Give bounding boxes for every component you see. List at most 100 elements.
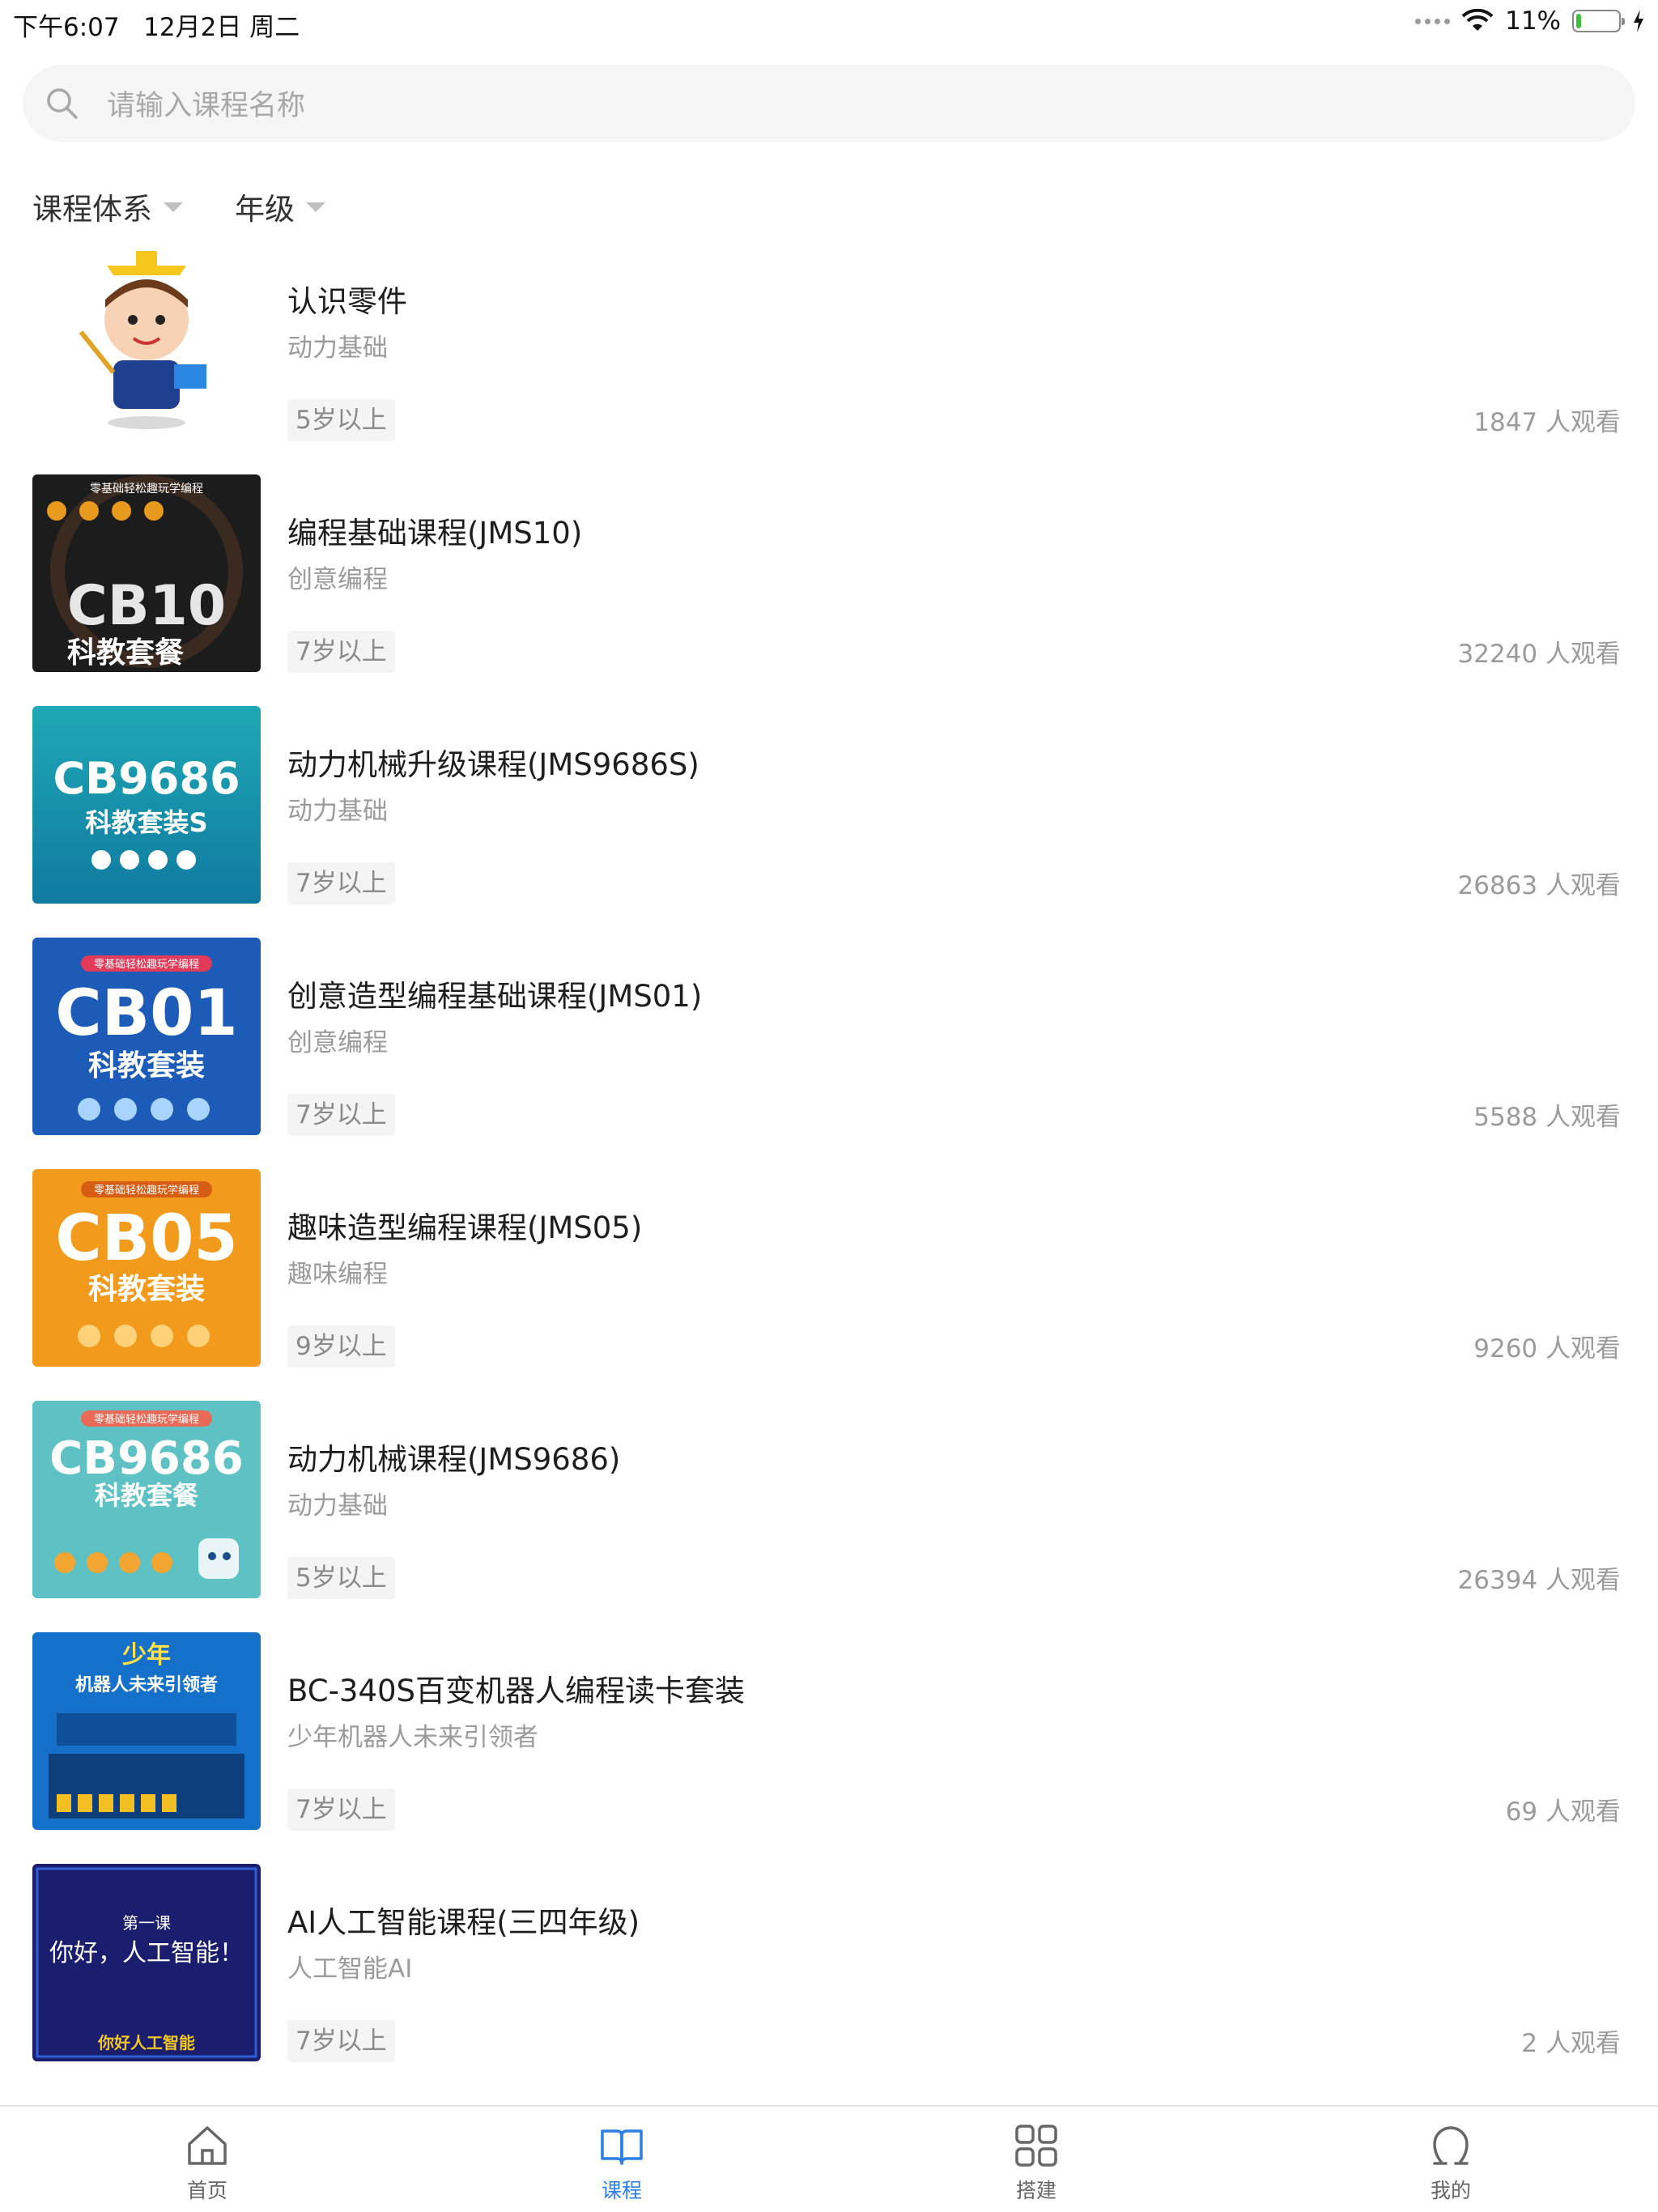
tab-label: 我的: [1430, 2179, 1471, 2202]
course-age-badge: 7岁以上: [287, 2020, 395, 2062]
course-views: 26863 人观看: [1457, 871, 1621, 900]
grid-icon: [1015, 2125, 1057, 2167]
thumbnail-subtitle: 科教套餐: [67, 636, 184, 670]
course-category: 少年机器人未来引领者: [287, 1723, 538, 1752]
filter-label: 年级: [235, 192, 295, 227]
thumbnail-subtitle: 科教套装S: [85, 807, 207, 838]
course-title: 编程基础课程(JMS10): [287, 516, 583, 551]
thumbnail-title: CB9686: [53, 753, 240, 804]
thumbnail-subtitle: 科教套餐: [95, 1480, 199, 1511]
thumbnail-title: CB01: [55, 977, 237, 1050]
chevron-down-icon: [306, 202, 325, 212]
course-thumbnail: 零基础轻松趣玩学编程 CB01 科教套装: [32, 938, 261, 1135]
course-list-screen: 下午6:07 12月2日 周二 11% 请输入课程名称 课程体系 年级 认识零件…: [0, 0, 1658, 2212]
course-title: AI人工智能课程(三四年级): [287, 1905, 640, 1940]
book-icon: [601, 2129, 643, 2165]
thumbnail-subtitle: 科教套装: [88, 1273, 205, 1306]
tab-label: 课程: [601, 2179, 642, 2202]
course-views: 2 人观看: [1521, 2029, 1621, 2058]
battery-fill: [1576, 14, 1581, 28]
course-age-badge: 7岁以上: [287, 631, 395, 673]
mascot-image: [32, 243, 261, 440]
course-category: 动力基础: [287, 797, 388, 826]
course-thumbnail: 零基础轻松趣玩学编程 CB05 科教套装: [32, 1169, 261, 1367]
search-bar[interactable]: 请输入课程名称: [23, 65, 1635, 142]
battery-percent: 11%: [1505, 6, 1561, 36]
wifi-icon: [1461, 9, 1494, 31]
course-category: 创意编程: [287, 565, 388, 594]
course-views: 1847 人观看: [1473, 408, 1621, 437]
course-age-badge: 7岁以上: [287, 1789, 395, 1831]
course-views: 5588 人观看: [1473, 1103, 1621, 1132]
thumbnail-subtitle: 你好人工智能: [97, 2033, 195, 2052]
course-views: 9260 人观看: [1473, 1334, 1621, 1363]
filter-course-system[interactable]: 课程体系: [32, 185, 183, 228]
course-age-badge: 9岁以上: [287, 1325, 395, 1368]
course-title: BC-340S百变机器人编程读卡套装: [287, 1674, 746, 1708]
tab-label: 首页: [186, 2179, 227, 2202]
course-item[interactable]: 零基础轻松趣玩学编程 CB9686 科教套餐 动力机械课程(JMS9686) 动…: [0, 1401, 1658, 1632]
course-item[interactable]: 零基础轻松趣玩学编程 CB10 科教套餐 编程基础课程(JMS10) 创意编程 …: [0, 474, 1658, 706]
tab-label: 搭建: [1015, 2179, 1056, 2202]
tab-courses[interactable]: 课程: [414, 2107, 829, 2212]
thumbnail-subtitle: 机器人未来引领者: [75, 1674, 218, 1695]
thumbnail-title: 少年: [122, 1641, 171, 1670]
chevron-down-icon: [164, 202, 183, 212]
course-category: 动力基础: [287, 334, 388, 363]
thumbnail-title: CB05: [55, 1202, 237, 1275]
course-title: 趣味造型编程课程(JMS05): [287, 1210, 643, 1245]
course-age-badge: 7岁以上: [287, 1094, 395, 1136]
course-title: 创意造型编程基础课程(JMS01): [287, 979, 703, 1014]
thumbnail-banner: 零基础轻松趣玩学编程: [90, 482, 203, 496]
user-icon: [1433, 2126, 1469, 2165]
course-item[interactable]: CB9686 科教套装S 动力机械升级课程(JMS9686S) 动力基础 7岁以…: [0, 706, 1658, 938]
course-age-badge: 5岁以上: [287, 1557, 395, 1599]
course-item[interactable]: 认识零件 动力基础 5岁以上 1847 人观看: [0, 243, 1658, 474]
thumbnail-banner: 零基础轻松趣玩学编程: [94, 958, 199, 971]
search-icon: [47, 87, 78, 119]
thumbnail-title: 你好，人工智能！: [49, 1939, 244, 1967]
course-age-badge: 7岁以上: [287, 862, 395, 904]
tab-bar: 首页 课程 搭建 我的: [0, 2105, 1658, 2212]
course-thumbnail: 第一课 你好，人工智能！ 你好人工智能: [32, 1864, 261, 2061]
course-title: 认识零件: [287, 284, 407, 319]
thumbnail-title: CB10: [67, 574, 226, 638]
thumbnail-banner: 零基础轻松趣玩学编程: [94, 1413, 199, 1426]
tab-build[interactable]: 搭建: [829, 2107, 1244, 2212]
course-thumbnail: 零基础轻松趣玩学编程 CB10 科教套餐: [32, 474, 261, 672]
course-age-badge: 5岁以上: [287, 399, 395, 441]
course-category: 人工智能AI: [287, 1955, 413, 1984]
search-input[interactable]: 请输入课程名称: [107, 83, 305, 124]
course-category: 动力基础: [287, 1491, 388, 1521]
course-views: 26394 人观看: [1457, 1566, 1621, 1595]
course-views: 32240 人观看: [1457, 640, 1621, 669]
course-item[interactable]: 少年 机器人未来引领者 BC-340S百变机器人编程读卡套装 少年机器人未来引领…: [0, 1632, 1658, 1864]
tab-mine[interactable]: 我的: [1244, 2107, 1658, 2212]
home-icon: [188, 2126, 227, 2165]
course-thumbnail: CB9686 科教套装S: [32, 706, 261, 904]
status-bar: 下午6:07 12月2日 周二 11%: [0, 0, 1658, 45]
signal-dots-icon: [1415, 18, 1451, 24]
course-item[interactable]: 零基础轻松趣玩学编程 CB05 科教套装 趣味造型编程课程(JMS05) 趣味编…: [0, 1169, 1658, 1401]
status-indicators: 11%: [1415, 6, 1645, 36]
course-thumbnail: [32, 243, 261, 440]
course-thumbnail: 少年 机器人未来引领者: [32, 1632, 261, 1830]
course-item[interactable]: 零基础轻松趣玩学编程 CB01 科教套装 创意造型编程基础课程(JMS01) 创…: [0, 938, 1658, 1169]
status-time-date: 下午6:07 12月2日 周二: [13, 13, 300, 42]
thumbnail-banner: 零基础轻松趣玩学编程: [94, 1184, 199, 1197]
course-views: 69 人观看: [1505, 1797, 1621, 1827]
thumbnail-banner: 第一课: [122, 1913, 171, 1933]
thumbnail-title: CB9686: [49, 1432, 244, 1485]
course-list: 认识零件 动力基础 5岁以上 1847 人观看 零基础轻松趣玩学编程 CB10 …: [0, 243, 1658, 2095]
course-category: 创意编程: [287, 1028, 388, 1057]
filter-bar: 课程体系 年级: [32, 185, 325, 228]
course-title: 动力机械升级课程(JMS9686S): [287, 747, 699, 782]
course-title: 动力机械课程(JMS9686): [287, 1442, 621, 1477]
charging-bolt-icon: [1634, 10, 1643, 32]
filter-grade[interactable]: 年级: [235, 185, 325, 228]
tab-home[interactable]: 首页: [0, 2107, 414, 2212]
course-item[interactable]: 第一课 你好，人工智能！ 你好人工智能 AI人工智能课程(三四年级) 人工智能A…: [0, 1864, 1658, 2095]
thumbnail-subtitle: 科教套装: [88, 1049, 205, 1083]
course-category: 趣味编程: [287, 1260, 388, 1289]
filter-label: 课程体系: [32, 192, 152, 227]
